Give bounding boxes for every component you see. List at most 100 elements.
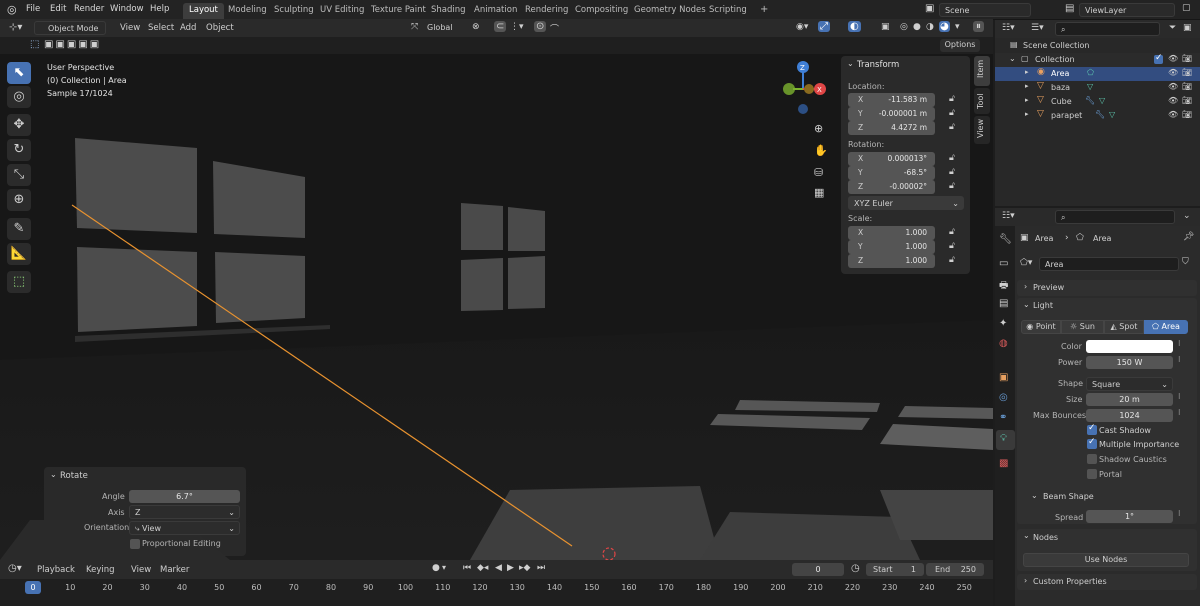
output-tab-icon[interactable]: 🖶︎	[999, 278, 1008, 295]
preview-range-clock-icon[interactable]: ◷	[851, 563, 860, 574]
keyframe-dot-icon[interactable]: ⁝	[1178, 392, 1181, 401]
menu-playback[interactable]: Playback	[37, 565, 75, 575]
overlay-toggle-icon[interactable]: ◐	[848, 21, 861, 32]
auto-key-icon[interactable]: ●	[432, 563, 440, 573]
expand-arrow-icon[interactable]: ⌄	[1009, 54, 1016, 63]
object-tab-icon[interactable]: ▣	[999, 372, 1008, 383]
lock-scale-z-icon[interactable]: 🔓︎	[949, 255, 955, 265]
outliner-editor-icon[interactable]: ☷▾	[1002, 23, 1015, 33]
angle-field[interactable]: 6.7°	[129, 490, 240, 503]
menu-render[interactable]: Render	[74, 4, 104, 14]
panel-expanded-icon[interactable]: ⌄	[1023, 531, 1030, 540]
power-field[interactable]: 150 W	[1086, 356, 1173, 369]
shape-select[interactable]: Square ⌄	[1086, 377, 1173, 391]
menu-add[interactable]: Add	[180, 23, 196, 33]
rotation-z[interactable]: Z -0.00002°	[848, 180, 935, 194]
outliner-row-area[interactable]: ▸ ◉ Area ⬠ 👁︎ 📷︎	[995, 67, 1200, 81]
collapse-icon[interactable]: ⌄	[847, 59, 854, 68]
properties-options-icon[interactable]: ⌄	[1183, 211, 1191, 221]
render-camera-icon[interactable]: 📷︎	[1182, 110, 1192, 119]
sidebar-tab-item[interactable]: Item	[974, 56, 990, 86]
panel-expanded-icon[interactable]: ⌄	[1023, 300, 1030, 309]
axis-select[interactable]: Z ⌄	[129, 505, 240, 519]
properties-search-input[interactable]: ⌕	[1055, 210, 1175, 224]
shading-rendered-icon[interactable]: ◕	[939, 21, 950, 32]
options-button[interactable]: Options	[940, 39, 980, 52]
view-layer-tab-icon[interactable]: ▤	[999, 298, 1008, 309]
menu-help[interactable]: Help	[150, 4, 169, 14]
tool-move[interactable]: ✥	[7, 114, 31, 136]
zoom-icon[interactable]: ⊕	[814, 122, 823, 135]
properties-editor-icon[interactable]: ☷▾	[1002, 211, 1015, 221]
tool-cursor[interactable]: ◎	[7, 86, 31, 108]
tab-compositing[interactable]: Compositing	[569, 3, 634, 19]
cast-shadow-checkbox[interactable]	[1087, 423, 1097, 435]
display-mode-icon[interactable]: ☰▾	[1031, 23, 1044, 33]
tool-tab-icon[interactable]: 🔧︎	[999, 234, 1012, 245]
world-tab-icon[interactable]: ◍	[999, 338, 1008, 349]
gizmo-toggle-icon[interactable]: ⤢	[818, 21, 830, 32]
visibility-eye-icon[interactable]: 👁︎	[1168, 96, 1178, 105]
sidebar-tab-tool[interactable]: Tool	[974, 88, 990, 114]
snap-icon[interactable]: ⊂	[494, 21, 507, 32]
collection-exclude-checkbox[interactable]	[1154, 53, 1163, 64]
select-mode-icons[interactable]: ▣▣▣▣▣	[44, 39, 101, 50]
ortho-grid-icon[interactable]: ▦	[814, 186, 824, 199]
light-type-area[interactable]: ⬠ Area	[1144, 320, 1188, 334]
light-panel-title[interactable]: Light	[1033, 301, 1053, 310]
lock-scale-x-icon[interactable]: 🔓︎	[949, 227, 955, 237]
menu-window[interactable]: Window	[110, 4, 144, 14]
viewlayer-icon[interactable]: ▤	[1065, 3, 1074, 14]
datablock-name-field[interactable]: Area	[1039, 257, 1179, 271]
end-frame-field[interactable]: End 250	[926, 563, 984, 576]
color-swatch[interactable]	[1086, 340, 1173, 353]
outliner-row-cube[interactable]: ▸ ▽ Cube 🔧︎ ▽ 👁︎ 📷︎	[995, 95, 1200, 109]
location-y[interactable]: Y -0.000001 m	[848, 107, 935, 121]
keyframe-dot-icon[interactable]: ⁝	[1178, 339, 1181, 348]
menu-keying[interactable]: Keying	[86, 565, 115, 575]
pause-render-icon[interactable]: ⏸	[973, 21, 984, 32]
lock-location-x-icon[interactable]: 🔓︎	[949, 94, 955, 104]
expand-arrow-icon[interactable]: ▸	[1025, 110, 1029, 118]
panel-expanded-icon[interactable]: ⌄	[1031, 491, 1038, 500]
tab-layout[interactable]: Layout	[183, 3, 224, 19]
shading-solid-icon[interactable]: ●	[913, 22, 921, 32]
timeline-editor-icon[interactable]: ◷▾	[8, 563, 22, 574]
tab-geometry-nodes[interactable]: Geometry Nodes	[628, 3, 712, 19]
datablock-browse-icon[interactable]: ⬠▾	[1020, 258, 1032, 268]
pivot-icon[interactable]: ⊗	[472, 22, 480, 32]
shading-wireframe-icon[interactable]: ◎	[900, 22, 908, 32]
tab-rendering[interactable]: Rendering	[519, 3, 574, 19]
visibility-eye-icon[interactable]: 👁︎	[1168, 110, 1178, 119]
tool-annotate[interactable]: ✎	[7, 218, 31, 240]
lock-rotation-z-icon[interactable]: 🔓︎	[949, 181, 955, 191]
transform-title[interactable]: Transform	[857, 60, 899, 70]
physics-tab-icon[interactable]: ◎	[999, 392, 1008, 403]
xray-icon[interactable]: ▣	[881, 22, 890, 32]
tool-select-box[interactable]: ⬉	[7, 62, 31, 84]
light-type-point[interactable]: ◉ Point	[1021, 320, 1061, 334]
render-tab-icon[interactable]: ▭	[999, 258, 1008, 269]
lock-location-y-icon[interactable]: 🔓︎	[949, 108, 955, 118]
filter-icon[interactable]: ⏷	[1169, 23, 1176, 33]
render-camera-icon[interactable]: 📷︎	[1182, 82, 1192, 91]
editor-type-icon[interactable]: ⊹▾	[9, 22, 22, 33]
keyframe-dot-icon[interactable]: ⁝	[1178, 408, 1181, 417]
portal-checkbox[interactable]	[1087, 469, 1097, 479]
add-workspace-icon[interactable]: +	[760, 4, 768, 15]
viewlayer-remove-icon[interactable]: ▢	[1182, 3, 1191, 13]
tool-add-cube[interactable]: ⬚	[7, 271, 31, 293]
tab-shading[interactable]: Shading	[425, 3, 472, 19]
preview-panel-header[interactable]: › Preview	[1017, 280, 1197, 296]
nodes-title[interactable]: Nodes	[1033, 533, 1058, 542]
blender-logo-icon[interactable]: ◎	[7, 3, 17, 16]
light-type-sun[interactable]: ☼ Sun	[1061, 320, 1104, 334]
tab-animation[interactable]: Animation	[468, 3, 523, 19]
menu-object[interactable]: Object	[206, 23, 234, 33]
lock-location-z-icon[interactable]: 🔓︎	[949, 122, 955, 132]
keying-set-icon[interactable]: ▾	[442, 563, 446, 572]
transform-orientation-icon[interactable]: ⤧	[411, 22, 418, 32]
rotation-y[interactable]: Y -68.5°	[848, 166, 935, 180]
render-camera-icon[interactable]: 📷︎	[1182, 54, 1192, 63]
camera-view-icon[interactable]: ⛁	[814, 166, 823, 179]
